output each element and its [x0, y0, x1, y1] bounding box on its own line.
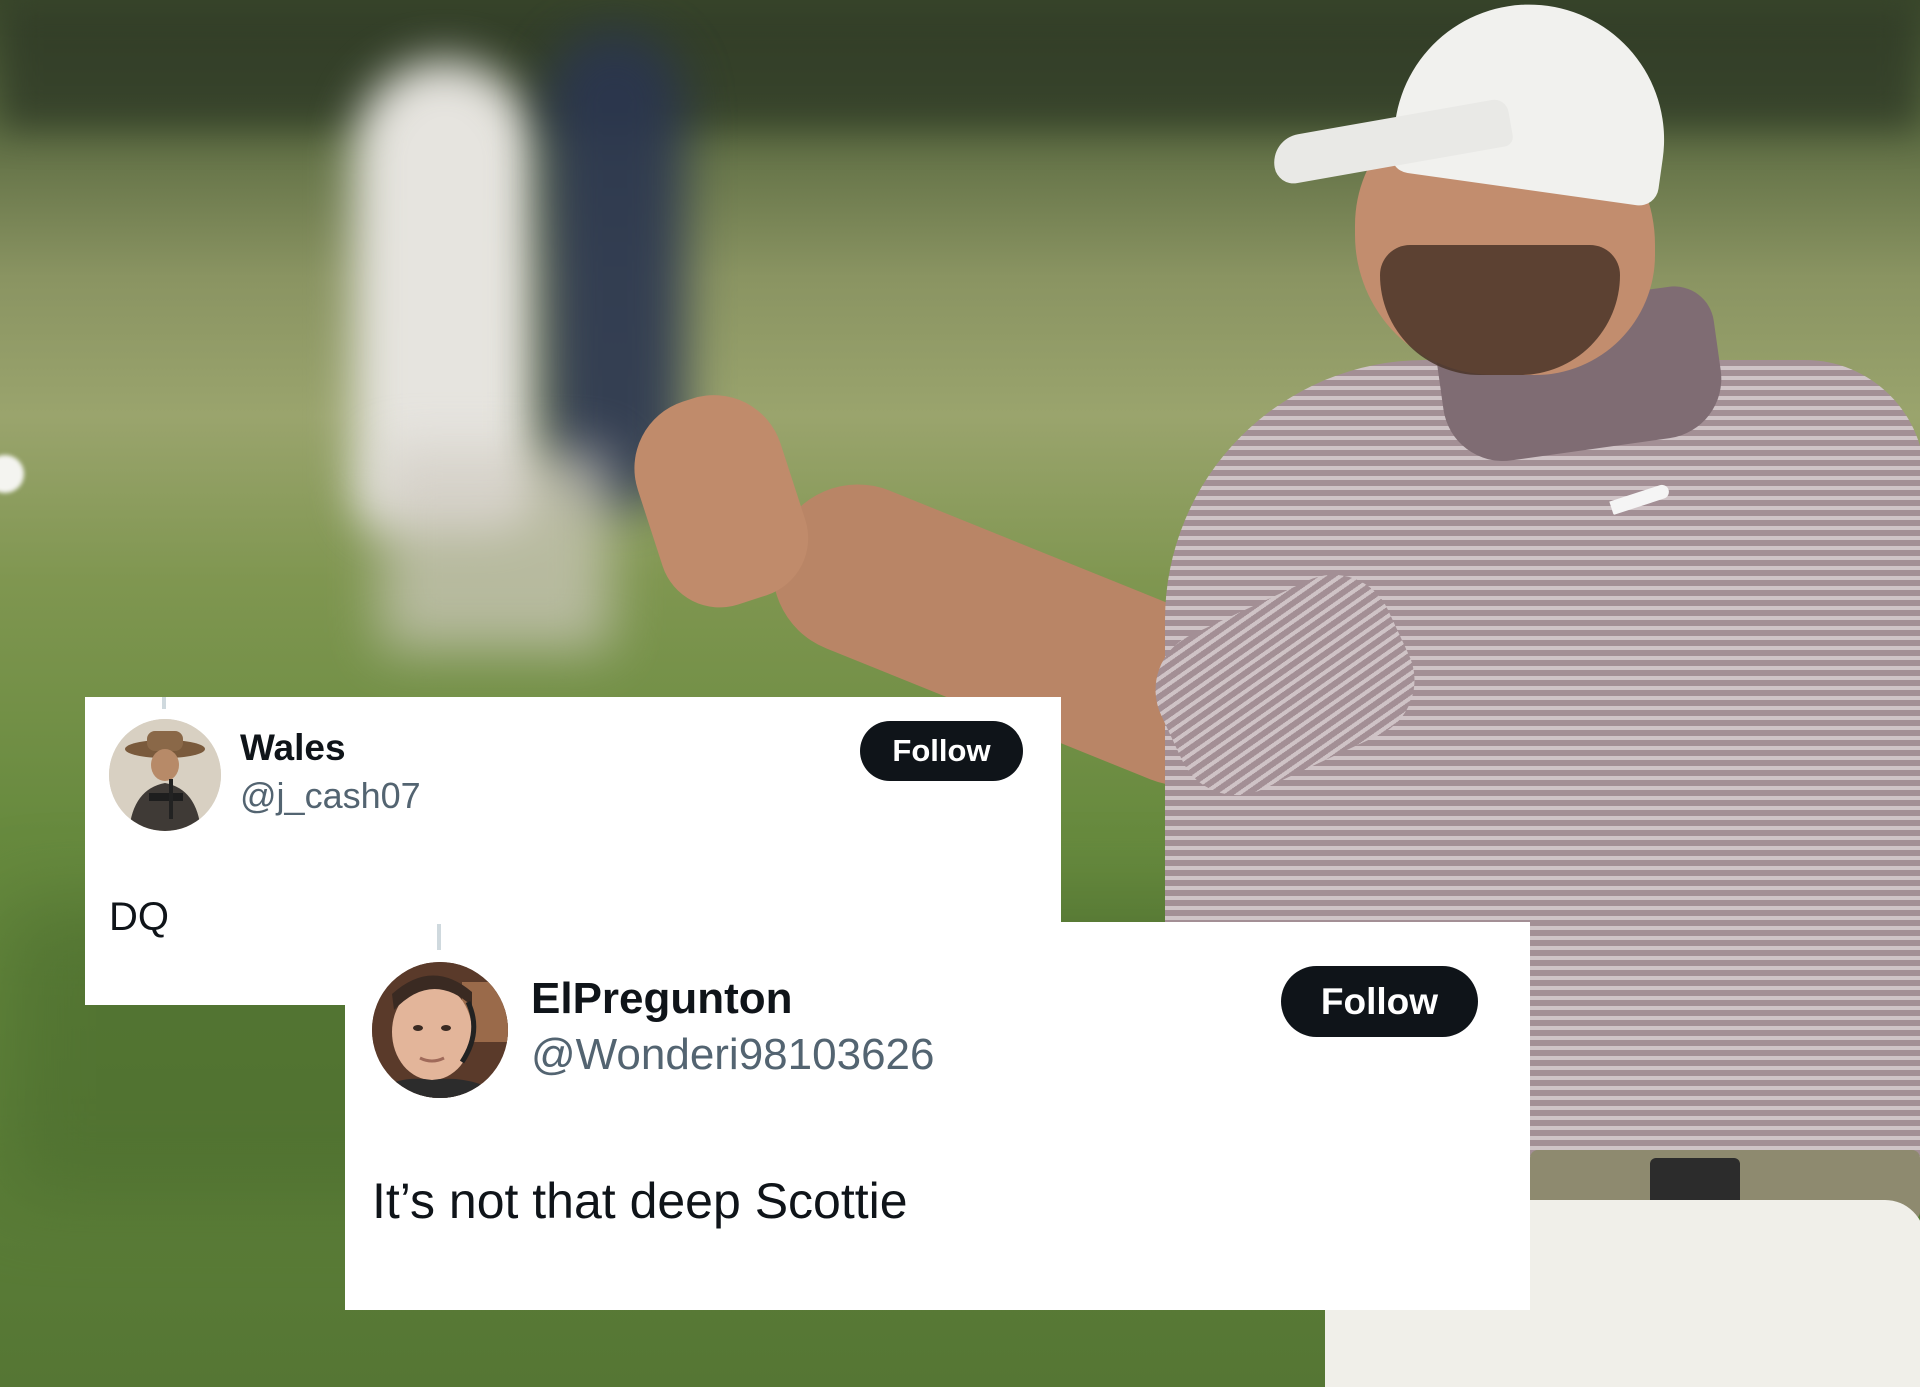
tweet-display-name[interactable]: ElPregunton: [531, 974, 793, 1024]
follow-button[interactable]: Follow: [1281, 966, 1478, 1037]
tweet-handle[interactable]: @Wonderi98103626: [531, 1030, 934, 1080]
tweet-handle[interactable]: @j_cash07: [240, 775, 421, 817]
follow-button[interactable]: Follow: [860, 721, 1023, 781]
thread-connector: [437, 924, 441, 950]
cowboy-avatar-icon[interactable]: [109, 719, 221, 831]
selfie-avatar-icon[interactable]: [372, 962, 508, 1098]
tweet-display-name[interactable]: Wales: [240, 727, 346, 769]
thread-connector: [162, 697, 166, 709]
tweet-text: DQ: [109, 895, 169, 939]
tweet-text: It’s not that deep Scottie: [372, 1173, 908, 1229]
tweet-card: ElPregunton @Wonderi98103626 Follow It’s…: [345, 922, 1530, 1310]
